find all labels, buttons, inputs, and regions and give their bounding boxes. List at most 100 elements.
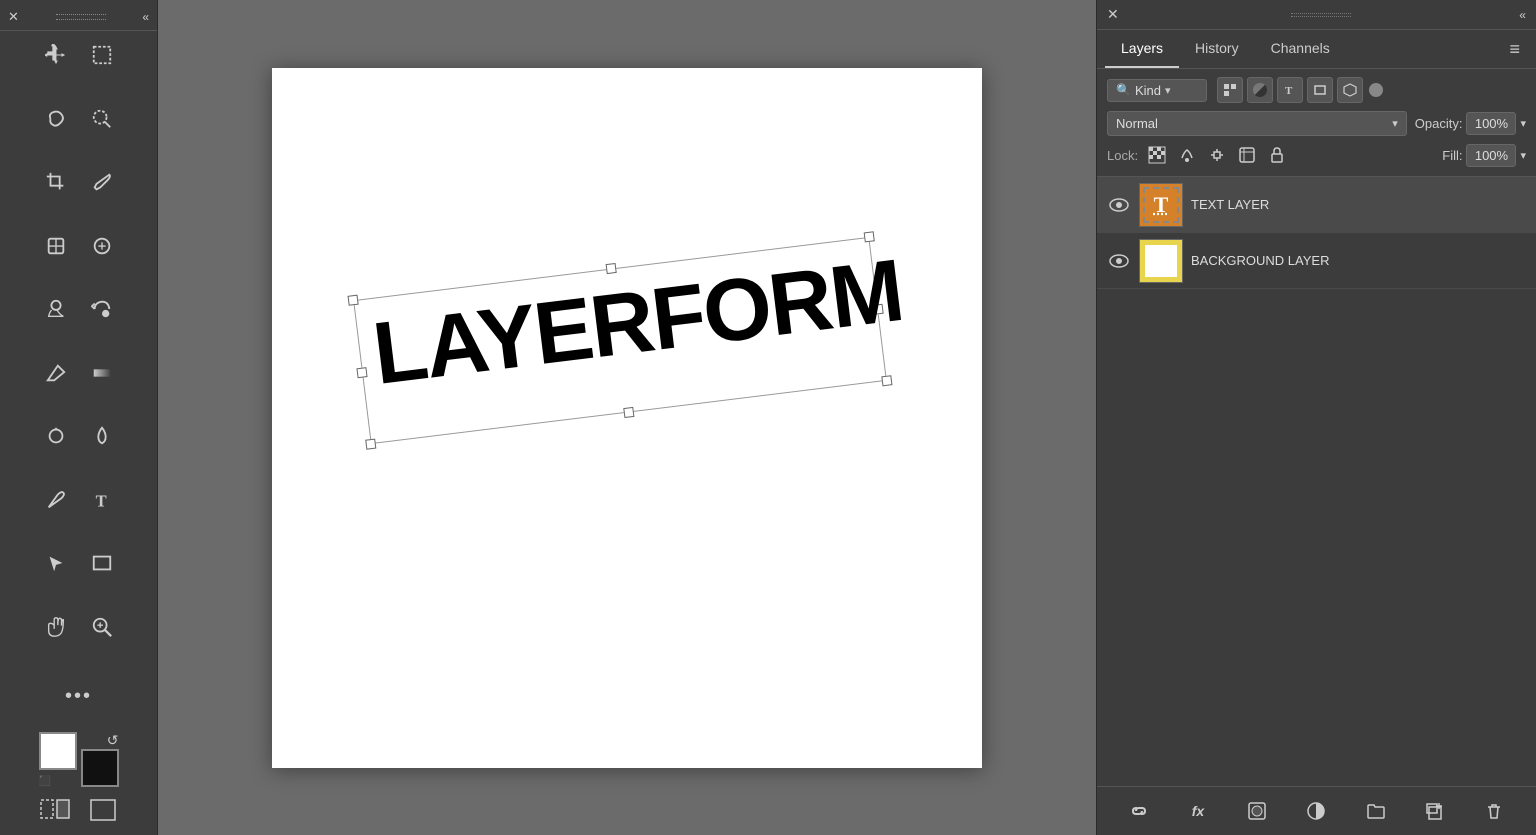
toolbar-close-btn[interactable]: ✕: [8, 9, 19, 25]
layer-visibility-background[interactable]: [1107, 249, 1131, 273]
svg-text:T: T: [1285, 85, 1293, 97]
eye-icon: [1109, 198, 1129, 212]
more-tools-btn[interactable]: •••: [57, 676, 101, 716]
canvas-area: LAYERFORM: [158, 0, 1096, 835]
smartobject-icon: [1343, 83, 1357, 97]
text-layer-name: TEXT LAYER: [1191, 197, 1526, 212]
pen-tool[interactable]: [34, 480, 78, 520]
transform-handle-tr[interactable]: [864, 231, 875, 242]
filter-type-btn[interactable]: T: [1277, 77, 1303, 103]
transform-handle-br[interactable]: [881, 375, 892, 386]
tab-history[interactable]: History: [1179, 30, 1255, 68]
panel-drag-handle: [1291, 13, 1351, 17]
fill-label: Fill:: [1442, 148, 1462, 163]
layers-list: T TEXT LAYER BACKGROUND LAYER: [1097, 177, 1536, 786]
lock-position-btn[interactable]: [1204, 142, 1230, 168]
canvas-document[interactable]: LAYERFORM: [272, 68, 982, 768]
blend-mode-select[interactable]: Normal ▾: [1107, 111, 1407, 136]
lock-all-btn[interactable]: [1264, 142, 1290, 168]
shape-tool[interactable]: [80, 543, 124, 583]
swap-colors-btn[interactable]: ↺: [107, 732, 119, 749]
move-tool[interactable]: [34, 35, 78, 75]
eyedropper-tool[interactable]: [80, 162, 124, 202]
history-brush[interactable]: [80, 289, 124, 329]
layer-item-text[interactable]: T TEXT LAYER: [1097, 177, 1536, 233]
layer-controls: 🔍 Kind ▾ T: [1097, 69, 1536, 177]
lock-transparency-btn[interactable]: [1144, 142, 1170, 168]
blend-mode-arrow: ▾: [1392, 117, 1398, 130]
tool-grid: T: [26, 31, 132, 672]
type-icon: T: [1283, 83, 1297, 97]
crop-tool[interactable]: [34, 162, 78, 202]
trash-icon: [1484, 801, 1504, 821]
link-icon: [1129, 801, 1149, 821]
fill-arrow[interactable]: ▾: [1520, 149, 1526, 162]
panel-close-btn[interactable]: ✕: [1107, 6, 1119, 23]
add-adjustment-btn[interactable]: [1300, 795, 1332, 827]
add-mask-btn[interactable]: [1241, 795, 1273, 827]
create-group-btn[interactable]: [1360, 795, 1392, 827]
background-color-swatch[interactable]: [81, 749, 119, 787]
layerform-text-container[interactable]: LAYERFORM: [369, 245, 907, 397]
color-swatches: ↺ ⬛: [39, 732, 119, 787]
zoom-tool[interactable]: [80, 607, 124, 647]
quick-select-tool[interactable]: [80, 99, 124, 139]
transform-handle-bm[interactable]: [623, 406, 634, 417]
stamp-tool[interactable]: [34, 289, 78, 329]
lock-icons: [1144, 142, 1290, 168]
filter-shape-btn[interactable]: [1307, 77, 1333, 103]
transform-handle-tl[interactable]: [348, 294, 359, 305]
hand-tool[interactable]: [34, 607, 78, 647]
lock-artboard-btn[interactable]: [1234, 142, 1260, 168]
move-lock-icon: [1208, 146, 1226, 164]
type-tool[interactable]: T: [80, 480, 124, 520]
panel-header-left: ✕: [1107, 6, 1123, 23]
kind-label: Kind: [1135, 83, 1161, 98]
artboard-lock-icon: [1238, 146, 1256, 164]
reset-colors-btn[interactable]: ⬛: [39, 776, 51, 787]
panel-menu-btn[interactable]: ≡: [1501, 35, 1528, 64]
dodge-tool[interactable]: [34, 416, 78, 456]
tab-channels[interactable]: Channels: [1255, 30, 1346, 68]
screen-mode-btn[interactable]: [81, 793, 125, 827]
filter-adjustment-btn[interactable]: [1247, 77, 1273, 103]
layer-item-background[interactable]: BACKGROUND LAYER: [1097, 233, 1536, 289]
kind-row: 🔍 Kind ▾ T: [1107, 77, 1526, 103]
eraser-tool[interactable]: [34, 353, 78, 393]
delete-layer-btn[interactable]: [1478, 795, 1510, 827]
filter-smartobject-btn[interactable]: [1337, 77, 1363, 103]
tab-layers[interactable]: Layers: [1105, 30, 1179, 68]
gradient-tool[interactable]: [80, 353, 124, 393]
new-layer-btn[interactable]: [1419, 795, 1451, 827]
layer-visibility-text[interactable]: [1107, 193, 1131, 217]
lasso-tool[interactable]: [34, 99, 78, 139]
adjustment-icon: [1306, 801, 1326, 821]
marquee-tool[interactable]: [80, 35, 124, 75]
healing-brush[interactable]: [80, 226, 124, 266]
canvas-content: LAYERFORM: [272, 68, 982, 768]
panel-collapse-btn[interactable]: «: [1519, 8, 1526, 22]
lock-image-btn[interactable]: [1174, 142, 1200, 168]
right-panel: ✕ « Layers History Channels ≡ 🔍 Kind ▾: [1096, 0, 1536, 835]
quick-mask-btn[interactable]: [33, 793, 77, 827]
patch-tool[interactable]: [34, 226, 78, 266]
opacity-arrow[interactable]: ▾: [1520, 117, 1526, 130]
path-selection-tool[interactable]: [34, 543, 78, 583]
transform-handle-ml[interactable]: [356, 366, 367, 377]
foreground-color-swatch[interactable]: [39, 732, 77, 770]
burn-tool[interactable]: [80, 416, 124, 456]
toolbar-collapse-btn[interactable]: «: [142, 10, 149, 24]
opacity-value[interactable]: 100%: [1466, 112, 1516, 135]
link-layers-btn[interactable]: [1123, 795, 1155, 827]
layer-effects-btn[interactable]: fx: [1182, 795, 1214, 827]
transform-handle-bl[interactable]: [365, 438, 376, 449]
mask-icon: [1247, 801, 1267, 821]
new-layer-icon: [1425, 801, 1445, 821]
panel-footer: fx: [1097, 786, 1536, 835]
filter-pixel-btn[interactable]: [1217, 77, 1243, 103]
background-layer-name: BACKGROUND LAYER: [1191, 253, 1526, 268]
transform-handle-tm[interactable]: [606, 262, 617, 273]
kind-select[interactable]: 🔍 Kind ▾: [1107, 79, 1207, 102]
filter-icons: T: [1217, 77, 1385, 103]
fill-value[interactable]: 100%: [1466, 144, 1516, 167]
